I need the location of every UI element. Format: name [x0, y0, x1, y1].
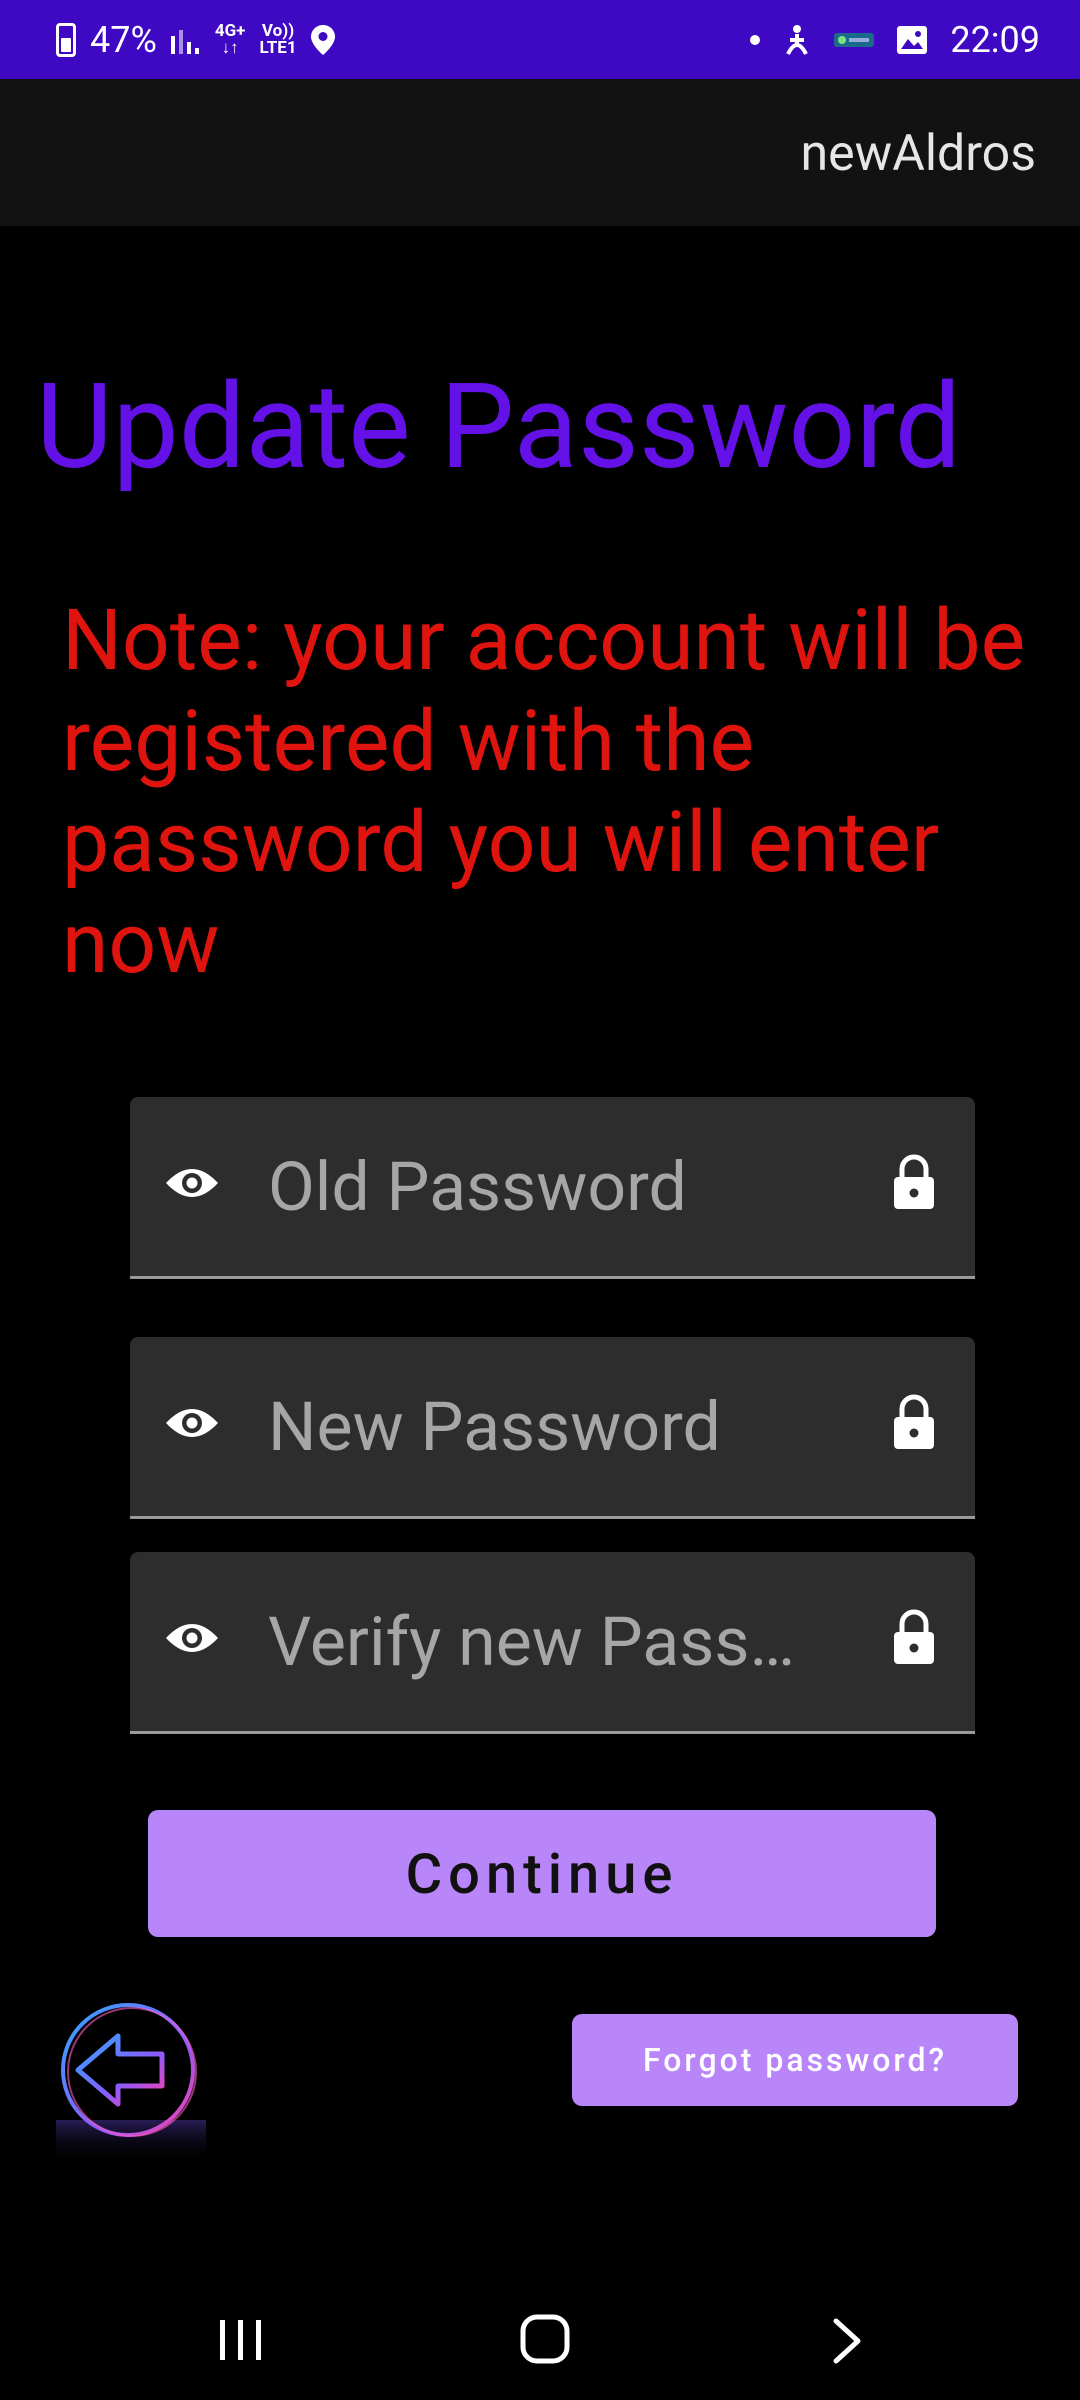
signal-icon — [170, 29, 199, 54]
lock-icon — [894, 1609, 934, 1664]
location-icon — [310, 24, 335, 55]
app-title: newAldros — [800, 125, 1036, 183]
status-bar: 47% 4G+ ↓↑ Vo)) LTE1 22:09 — [0, 0, 1080, 79]
network-type-top: 4G+ — [214, 20, 246, 41]
password-note: Note: your account will be registered wi… — [62, 591, 1026, 993]
eye-icon[interactable] — [164, 1163, 220, 1203]
old-password-input[interactable] — [268, 1137, 858, 1237]
new-password-field[interactable] — [130, 1337, 975, 1519]
data-arrows-icon: ↓↑ — [221, 37, 239, 58]
page-title: Update Password — [36, 358, 962, 496]
lock-icon — [894, 1154, 934, 1209]
network-type-indicator: 4G+ ↓↑ — [214, 20, 246, 58]
back-icon[interactable] — [830, 2318, 864, 2364]
eye-icon[interactable] — [164, 1618, 220, 1658]
notification-dot-icon — [750, 34, 761, 45]
volte-indicator: Vo)) LTE1 — [259, 20, 297, 58]
gallery-icon — [897, 25, 928, 54]
lock-icon — [894, 1394, 934, 1449]
eye-icon[interactable] — [164, 1403, 220, 1443]
battery-percent: 47% — [90, 18, 157, 61]
verify-password-input[interactable] — [268, 1592, 858, 1692]
old-password-field[interactable] — [130, 1097, 975, 1279]
verify-password-field[interactable] — [130, 1552, 975, 1734]
status-bar-right: 22:09 — [750, 0, 1040, 79]
continue-button[interactable]: Continue — [148, 1810, 936, 1937]
arrow-left-icon — [56, 2003, 206, 2164]
clock: 22:09 — [950, 18, 1040, 61]
home-icon[interactable] — [520, 2314, 570, 2364]
status-bar-left: 47% 4G+ ↓↑ Vo)) LTE1 — [56, 0, 335, 79]
back-button[interactable] — [56, 1992, 206, 2164]
navigation-bar — [0, 2270, 1080, 2400]
app-notification-icon — [834, 32, 875, 47]
volte-bottom: LTE1 — [259, 37, 297, 58]
volte-top: Vo)) — [261, 20, 295, 41]
battery-icon — [56, 22, 76, 57]
recents-icon[interactable] — [218, 2318, 264, 2362]
app-bar: newAldros — [0, 79, 1080, 226]
new-password-input[interactable] — [268, 1377, 858, 1477]
accessibility-icon — [786, 24, 809, 55]
forgot-password-button[interactable]: Forgot password? — [572, 2014, 1018, 2106]
